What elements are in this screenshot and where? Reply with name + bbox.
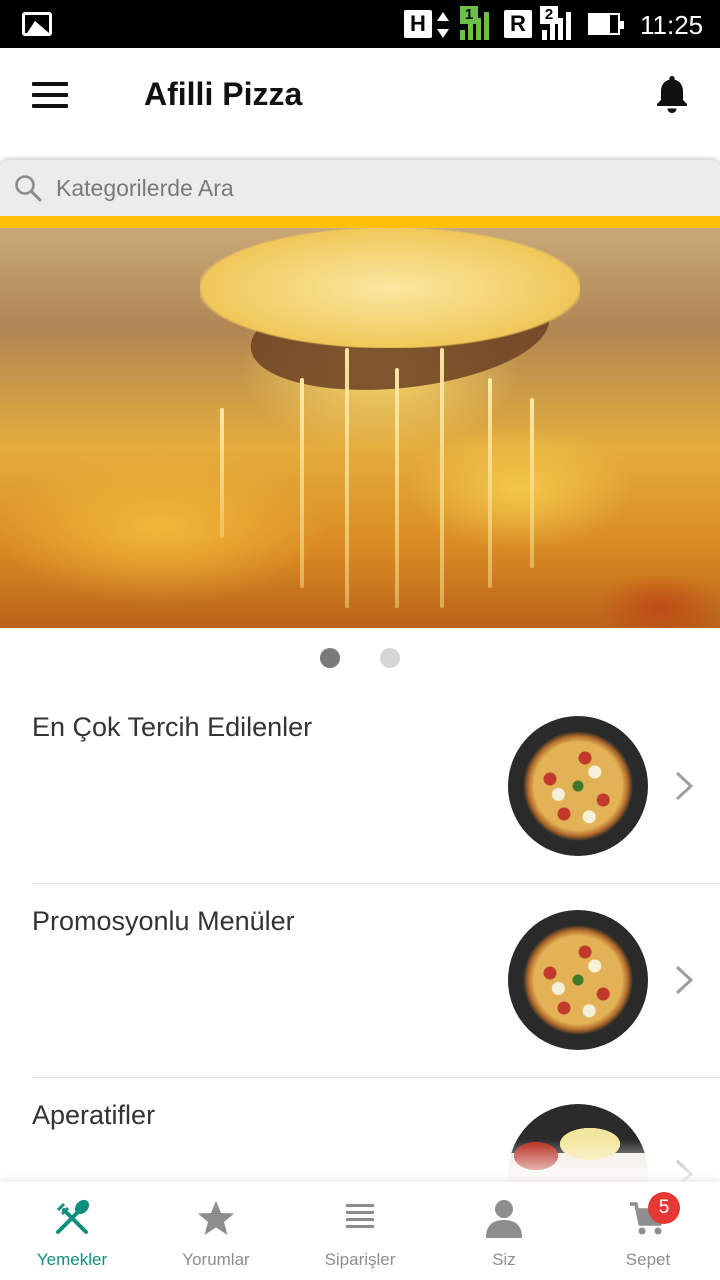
tab-label: Siz (492, 1250, 516, 1269)
chevron-right-icon (675, 965, 694, 995)
list-item-category[interactable]: Promosyonlu Menüler (0, 890, 720, 1084)
carousel-pagination (0, 648, 720, 668)
tab-yorumlar[interactable]: Yorumlar (144, 1182, 288, 1280)
chevron-right-icon (675, 771, 694, 801)
pizza-photo (508, 910, 648, 1050)
category-label: Promosyonlu Menüler (32, 906, 295, 936)
tab-siparisler[interactable]: Siparişler (288, 1182, 432, 1280)
app-bar: Afilli Pizza (0, 48, 720, 160)
star-icon (198, 1201, 234, 1235)
category-label: En Çok Tercih Edilenler (32, 712, 313, 742)
search-input[interactable] (56, 170, 696, 206)
search-icon (15, 175, 42, 202)
tab-siz[interactable]: Siz (432, 1182, 576, 1280)
bell-icon[interactable] (654, 74, 690, 114)
pizza-photo (508, 716, 648, 856)
tab-label: Siparişler (324, 1250, 396, 1269)
person-icon (486, 1200, 522, 1238)
data-arrows-icon (436, 12, 450, 38)
battery-icon (588, 13, 624, 35)
search-bar (0, 160, 720, 216)
tab-label: Yemekler (36, 1250, 108, 1269)
bottom-navigation: Yemekler Yorumlar Siparişler Siz Sepet (0, 1182, 720, 1280)
page-title: Afilli Pizza (144, 76, 303, 112)
sim2-indicator: 2 (540, 6, 558, 24)
roaming-r-icon: R (504, 10, 532, 38)
accent-divider (0, 216, 720, 228)
cart-count-badge: 5 (648, 1192, 680, 1224)
carousel-dot-2[interactable] (380, 648, 400, 668)
status-time: 11:25 (640, 10, 704, 40)
tab-yemekler[interactable]: Yemekler (0, 1182, 144, 1280)
gallery-icon (22, 12, 52, 36)
hamburger-menu-icon[interactable] (32, 82, 68, 108)
tab-label: Yorumlar (182, 1250, 250, 1269)
fork-knife-icon (56, 1199, 90, 1234)
tab-label: Sepet (625, 1250, 671, 1269)
status-bar: H 1 R 2 11:25 (0, 0, 720, 48)
category-label: Aperatifler (32, 1100, 156, 1130)
divider (32, 883, 720, 884)
sim1-indicator: 1 (460, 6, 478, 24)
divider (32, 1077, 720, 1078)
network-h-icon: H (404, 10, 432, 38)
tab-sepet[interactable]: Sepet (576, 1182, 720, 1280)
carousel-dot-1[interactable] (320, 648, 340, 668)
list-item-category[interactable]: En Çok Tercih Edilenler (0, 696, 720, 890)
carousel-banner-image[interactable] (0, 228, 720, 628)
list-icon (346, 1204, 374, 1228)
